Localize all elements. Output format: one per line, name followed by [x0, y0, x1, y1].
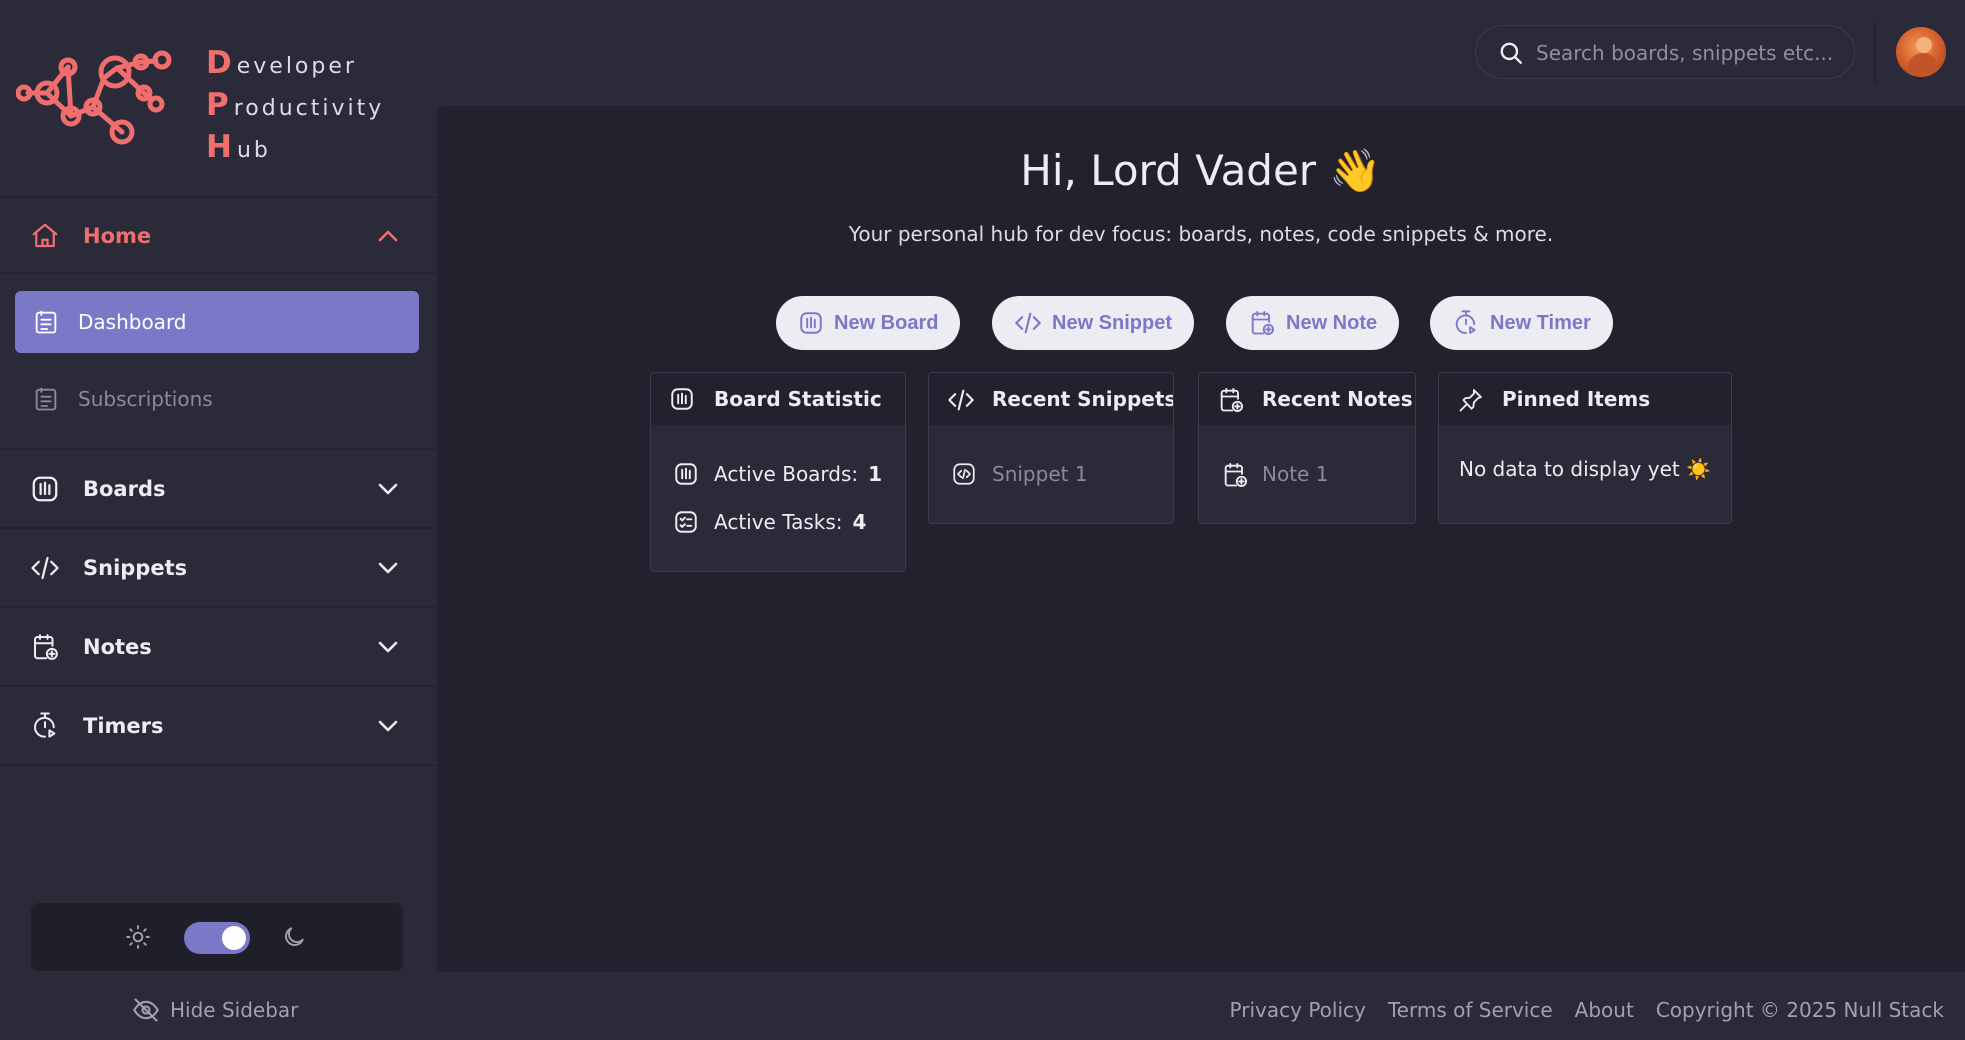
recent-snippets-card: Recent Snippets Snippet 1: [928, 372, 1174, 524]
brand-line-developer: Developer: [206, 45, 357, 81]
pinned-items-card: Pinned Items No data to display yet ☀️: [1438, 372, 1732, 524]
task-list-icon: [675, 511, 697, 533]
sidebar: Developer Productivity Hub Home Dashboar…: [0, 0, 436, 1040]
sidebar-item-boards[interactable]: Boards: [0, 451, 436, 527]
avatar[interactable]: [1896, 27, 1946, 77]
sidebar-item-label: Home: [83, 224, 152, 248]
divider: [0, 764, 436, 766]
sidebar-item-home[interactable]: Home: [0, 198, 436, 274]
divider: [0, 685, 436, 687]
card-title: Recent Snippets: [992, 387, 1174, 411]
code-icon: [1015, 312, 1041, 334]
stat-label: Active Boards:: [714, 462, 859, 486]
card-header: Recent Notes: [1199, 373, 1415, 425]
snippet-title: Snippet 1: [992, 462, 1088, 486]
page-title: Hi, Lord Vader 👋: [1020, 146, 1382, 195]
timer-icon: [1455, 310, 1476, 334]
home-icon: [32, 223, 58, 248]
brand-name: Developer Productivity Hub: [206, 44, 384, 170]
sidebar-item-label: Timers: [83, 714, 164, 738]
board-icon: [32, 476, 58, 502]
divider: [0, 272, 436, 274]
new-snippet-button[interactable]: New Snippet: [992, 296, 1195, 350]
hide-sidebar-button[interactable]: Hide Sidebar: [132, 995, 298, 1025]
code-file-icon: [953, 463, 975, 485]
toggle-knob: [222, 926, 246, 950]
hide-sidebar-label: Hide Sidebar: [170, 998, 299, 1022]
sidebar-item-snippets[interactable]: Snippets: [0, 530, 436, 606]
card-title: Board Statistic: [714, 387, 882, 411]
copyright: Copyright © 2025 Null Stack: [1655, 998, 1944, 1022]
board-icon: [671, 388, 693, 410]
document-icon: [35, 310, 57, 334]
note-add-icon: [34, 634, 58, 660]
privacy-policy-link[interactable]: Privacy Policy: [1230, 998, 1366, 1022]
new-timer-button[interactable]: New Timer: [1430, 296, 1613, 350]
divider: [1874, 22, 1876, 84]
divider: [0, 606, 436, 608]
brand[interactable]: Developer Productivity Hub: [16, 44, 426, 165]
card-title: Recent Notes: [1262, 387, 1413, 411]
stat-value: 1: [868, 462, 883, 486]
search-bar[interactable]: [1475, 25, 1855, 79]
note-add-icon: [1224, 462, 1248, 488]
divider: [0, 448, 436, 450]
sidebar-item-label: Snippets: [83, 556, 188, 580]
stat-value: 4: [852, 510, 867, 534]
card-header: Board Statistic: [651, 373, 905, 425]
new-note-button[interactable]: New Note: [1226, 296, 1400, 350]
recent-notes-card: Recent Notes Note 1: [1198, 372, 1416, 524]
stat-label: Active Tasks:: [714, 510, 843, 534]
logo-network-icon: [16, 50, 172, 145]
chevron-down-icon[interactable]: [376, 635, 400, 659]
note-title: Note 1: [1262, 462, 1329, 486]
empty-state: No data to display yet ☀️: [1458, 457, 1711, 481]
sun-icon[interactable]: [125, 924, 151, 950]
search-input[interactable]: [1536, 36, 1836, 70]
document-icon: [35, 387, 57, 411]
dashboard-panel: Hi, Lord Vader 👋 Your personal hub for d…: [437, 106, 1965, 972]
timer-icon: [34, 712, 56, 738]
board-icon: [800, 312, 822, 334]
sidebar-item-label: Dashboard: [78, 310, 187, 334]
theme-toggle[interactable]: [184, 922, 250, 954]
eye-off-icon: [133, 998, 159, 1022]
sidebar-item-timers[interactable]: Timers: [0, 688, 436, 764]
sidebar-item-label: Notes: [83, 635, 152, 659]
terms-of-service-link[interactable]: Terms of Service: [1388, 998, 1553, 1022]
note-add-icon: [1251, 310, 1275, 336]
note-add-icon: [1220, 387, 1244, 413]
card-header: Pinned Items: [1439, 373, 1731, 425]
board-icon: [675, 463, 697, 485]
new-board-button[interactable]: New Board: [776, 296, 961, 350]
chevron-up-icon[interactable]: [376, 224, 400, 248]
pin-icon: [1459, 389, 1482, 412]
divider: [0, 527, 436, 529]
card-header: Recent Snippets: [929, 373, 1173, 425]
chevron-down-icon[interactable]: [376, 477, 400, 501]
card-title: Pinned Items: [1502, 387, 1651, 411]
about-link[interactable]: About: [1575, 998, 1634, 1022]
code-icon: [948, 389, 974, 411]
sidebar-item-label: Boards: [83, 477, 166, 501]
brand-line-hub: Hub: [206, 129, 271, 165]
moon-icon[interactable]: [281, 924, 307, 950]
page-subtitle: Your personal hub for dev focus: boards,…: [848, 222, 1554, 246]
sidebar-item-label: Subscriptions: [78, 387, 213, 411]
footer: Privacy Policy Terms of Service About Co…: [1230, 995, 1944, 1025]
brand-line-productivity: Productivity: [206, 87, 385, 123]
code-icon: [31, 556, 59, 580]
sidebar-item-notes[interactable]: Notes: [0, 609, 436, 685]
board-statistic-card: Board Statistic Active Boards: 1 Active T…: [650, 372, 906, 572]
sidebar-item-dashboard[interactable]: Dashboard: [15, 291, 419, 353]
chevron-down-icon[interactable]: [376, 556, 400, 580]
chevron-down-icon[interactable]: [376, 714, 400, 738]
sidebar-item-subscriptions[interactable]: Subscriptions: [15, 368, 419, 430]
search-icon: [1500, 42, 1522, 64]
theme-switcher: [31, 903, 403, 971]
